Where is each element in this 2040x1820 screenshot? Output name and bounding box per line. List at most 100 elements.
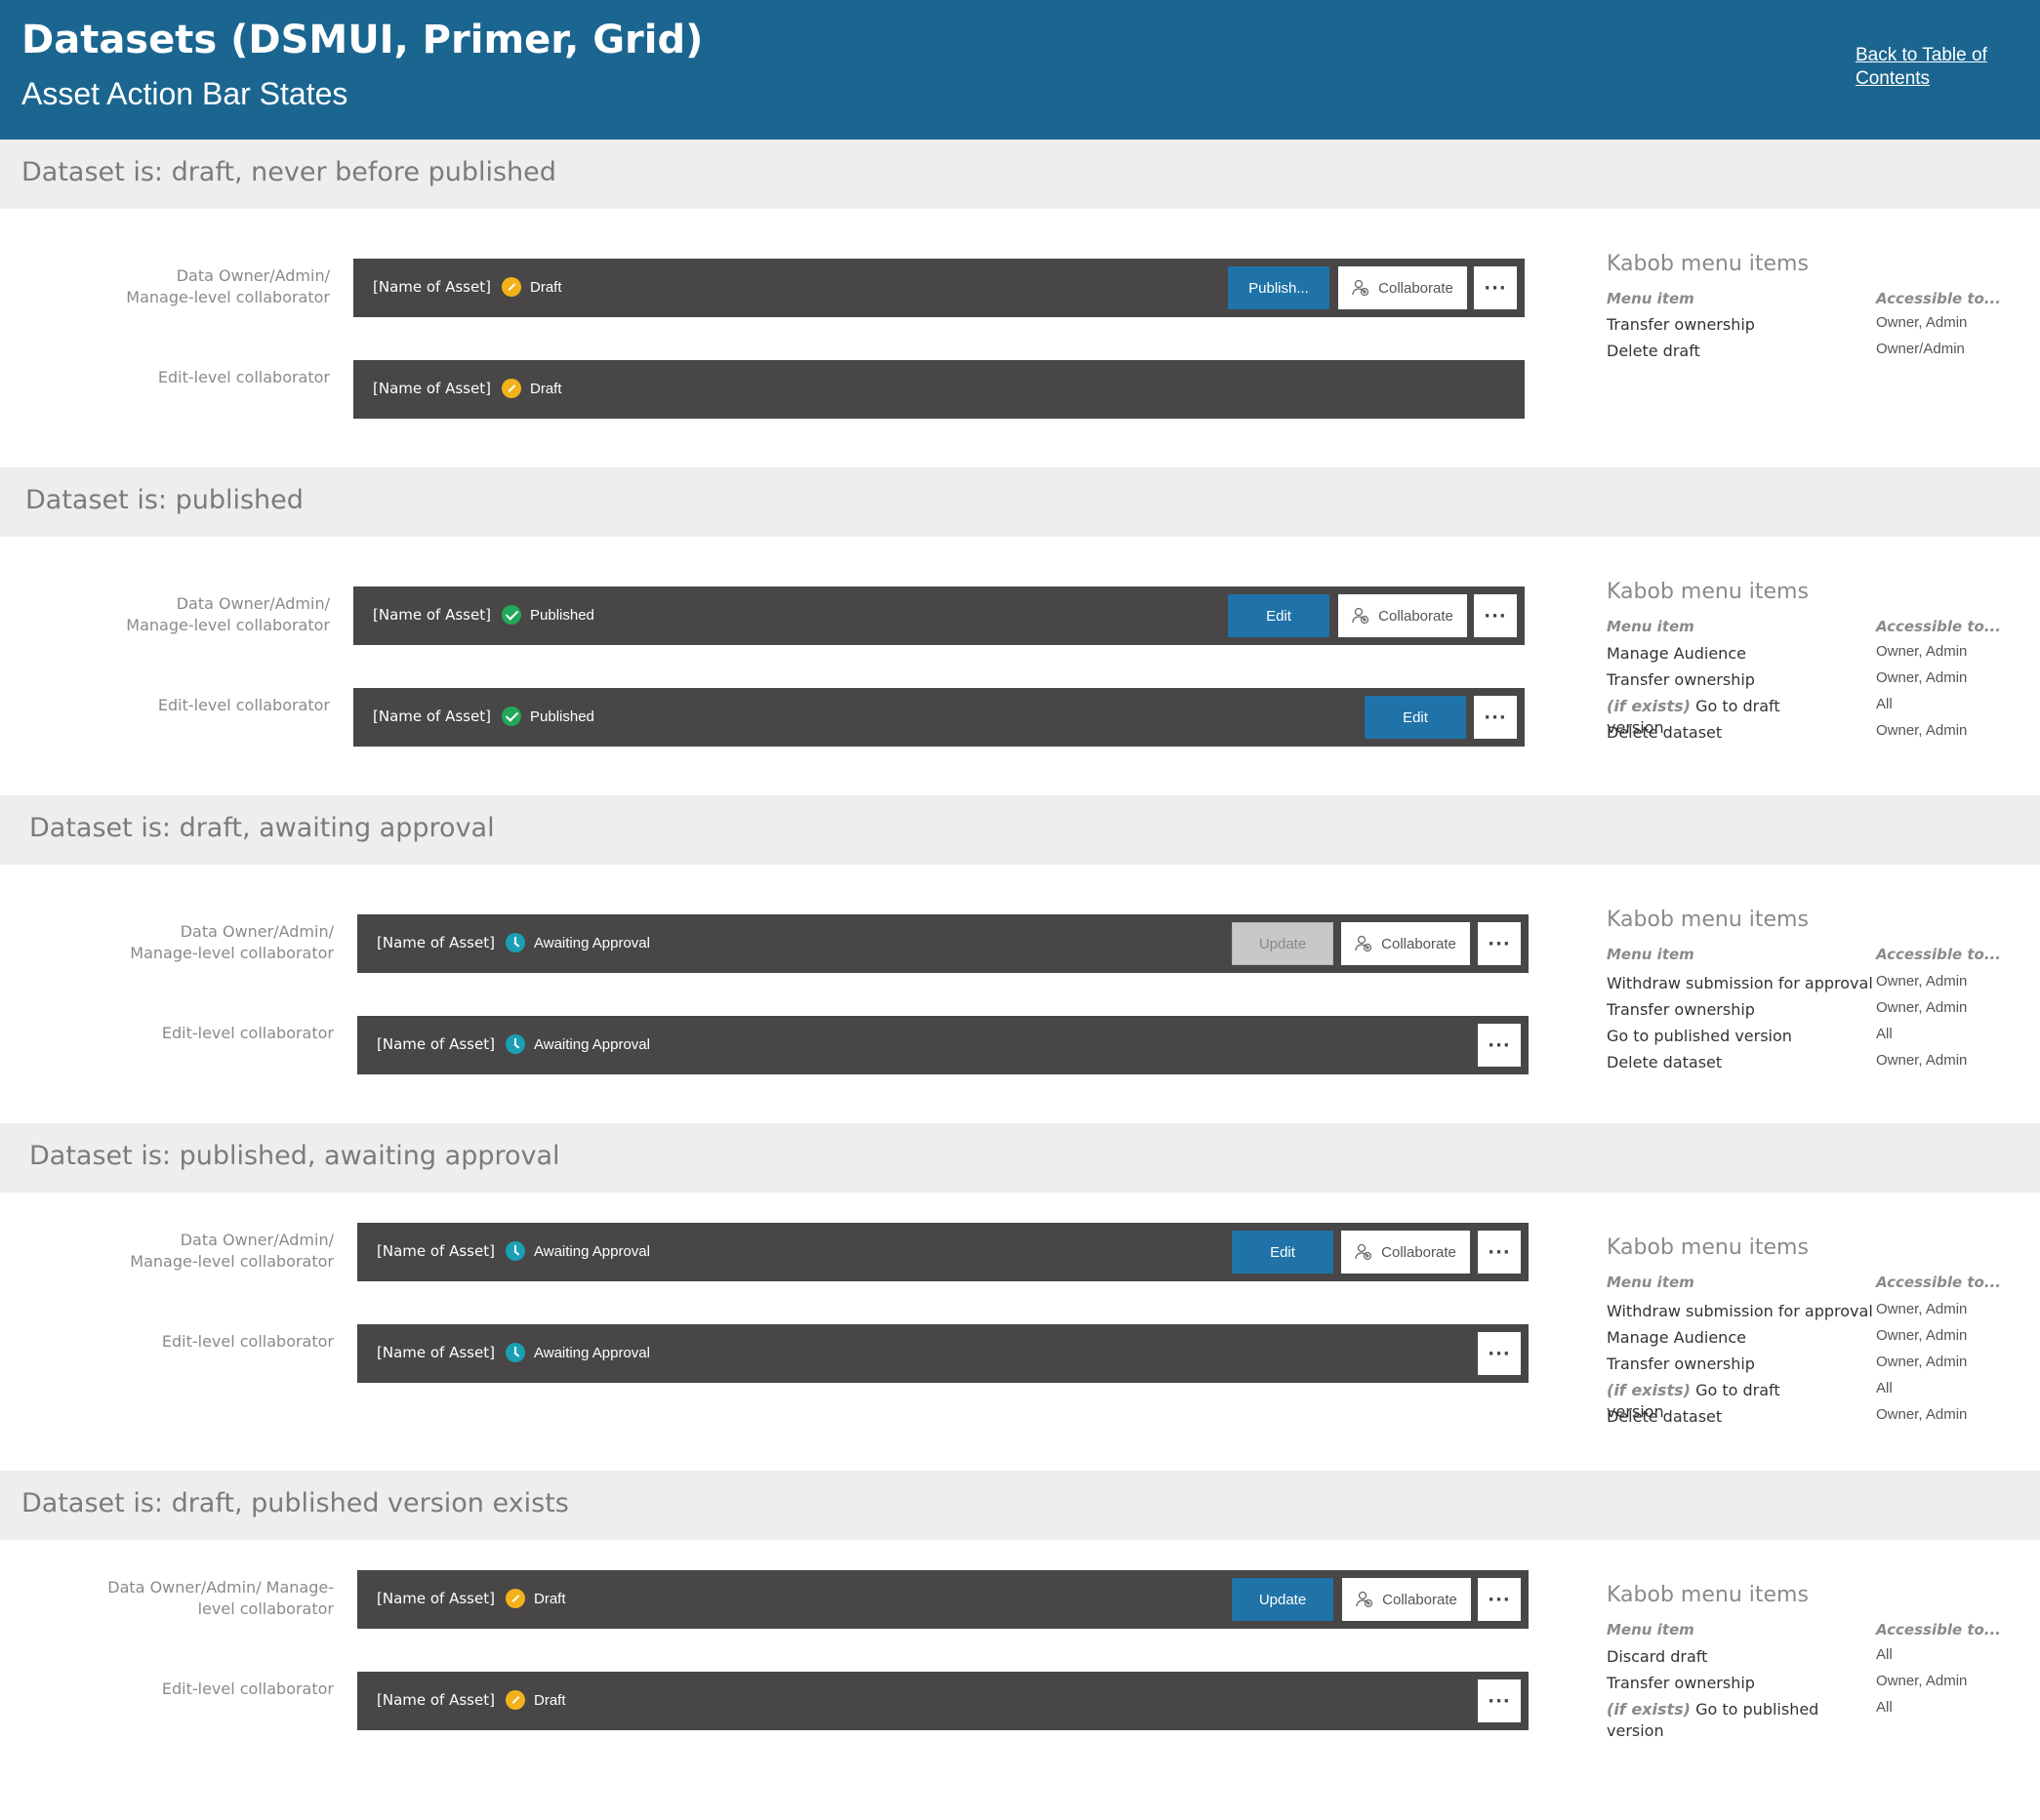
asset-action-bar: [Name of Asset] Published Edit ··· bbox=[353, 688, 1525, 747]
kabob-menu-access: Owner, Admin bbox=[1876, 973, 1968, 990]
status-label: Published bbox=[530, 708, 594, 725]
section-title: Dataset is: draft, never before publishe… bbox=[21, 157, 556, 187]
clock-icon bbox=[506, 933, 525, 952]
kabob-menu-access: All bbox=[1876, 1699, 1893, 1716]
page-subtitle: Asset Action Bar States bbox=[21, 76, 348, 111]
kabob-menu-item: Manage Audience bbox=[1607, 1328, 1746, 1347]
kabob-menu-item: (if exists) Go to published version bbox=[1607, 1699, 1875, 1742]
menu-item-qualifier: (if exists) bbox=[1607, 1700, 1691, 1719]
menu-item-column-header: Menu item bbox=[1607, 1621, 1694, 1638]
collaborate-label: Collaborate bbox=[1378, 607, 1453, 625]
check-icon bbox=[502, 605, 521, 625]
role-label-owner: Data Owner/Admin/ Manage-level collabora… bbox=[130, 1231, 334, 1271]
section-title: Dataset is: draft, awaiting approval bbox=[29, 813, 495, 843]
status-indicator: Draft bbox=[506, 1690, 566, 1710]
status-indicator: Draft bbox=[502, 277, 562, 297]
asset-action-bar: [Name of Asset] Published Edit Collabora… bbox=[353, 586, 1525, 645]
kabob-menu-button[interactable]: ··· bbox=[1478, 1578, 1521, 1621]
status-indicator: Draft bbox=[502, 379, 562, 398]
kabob-menu-item: Transfer ownership bbox=[1607, 670, 1755, 689]
kabob-menu-button[interactable]: ··· bbox=[1474, 266, 1517, 309]
edit-button[interactable]: Edit bbox=[1232, 1231, 1333, 1274]
kabob-menu-title: Kabob menu items bbox=[1607, 1235, 1809, 1260]
back-to-toc-link[interactable]: Back to Table of Contents bbox=[1856, 44, 2021, 91]
asset-action-bar: [Name of Asset] Draft Update Collaborate… bbox=[357, 1570, 1529, 1629]
asset-name: [Name of Asset] bbox=[373, 708, 491, 725]
section-title: Dataset is: draft, published version exi… bbox=[21, 1488, 569, 1518]
clock-icon bbox=[506, 1343, 525, 1362]
menu-item-qualifier: (if exists) bbox=[1607, 697, 1691, 715]
kabob-menu-item: Manage Audience bbox=[1607, 644, 1746, 663]
asset-name: [Name of Asset] bbox=[373, 606, 491, 624]
status-label: Draft bbox=[530, 380, 562, 397]
add-user-icon bbox=[1355, 935, 1372, 952]
collaborate-button[interactable]: Collaborate bbox=[1341, 922, 1470, 965]
clock-icon bbox=[506, 1241, 525, 1261]
menu-item-column-header: Menu item bbox=[1607, 946, 1694, 963]
kabob-menu-access: All bbox=[1876, 696, 1893, 712]
role-label-editor: Edit-level collaborator bbox=[157, 696, 330, 714]
status-label: Awaiting Approval bbox=[534, 1035, 650, 1053]
kabob-menu-access: Owner, Admin bbox=[1876, 1327, 1968, 1344]
kabob-menu-access: All bbox=[1876, 1380, 1893, 1396]
kabob-menu-title: Kabob menu items bbox=[1607, 908, 1809, 932]
pencil-icon bbox=[506, 1589, 525, 1608]
kabob-menu-button[interactable]: ··· bbox=[1478, 1679, 1521, 1722]
asset-action-bar: [Name of Asset] Draft Publish... Collabo… bbox=[353, 259, 1525, 317]
kabob-menu-access: Owner, Admin bbox=[1876, 1052, 1968, 1069]
page-header: Datasets (DSMUI, Primer, Grid) Asset Act… bbox=[0, 0, 2040, 140]
accessible-column-header: Accessible to... bbox=[1876, 1621, 2001, 1638]
accessible-column-header: Accessible to... bbox=[1876, 1274, 2001, 1291]
kabob-menu-access: Owner, Admin bbox=[1876, 1406, 1968, 1423]
asset-name: [Name of Asset] bbox=[377, 934, 495, 951]
kabob-menu-button[interactable]: ··· bbox=[1478, 922, 1521, 965]
role-label-owner: Data Owner/Admin/ Manage-level collabora… bbox=[126, 594, 330, 634]
collaborate-label: Collaborate bbox=[1381, 935, 1456, 952]
role-label-owner: Data Owner/Admin/ Manage-level collabora… bbox=[126, 266, 330, 306]
asset-action-bar: [Name of Asset] Awaiting Approval ··· bbox=[357, 1016, 1529, 1074]
kabob-menu-access: Owner, Admin bbox=[1876, 314, 1968, 331]
kabob-menu-item: Delete dataset bbox=[1607, 1053, 1723, 1072]
publish-button[interactable]: Publish... bbox=[1228, 266, 1329, 309]
status-indicator: Published bbox=[502, 605, 594, 625]
kabob-menu-item: Delete dataset bbox=[1607, 723, 1723, 742]
role-label-editor: Edit-level collaborator bbox=[161, 1679, 334, 1698]
menu-item-qualifier: (if exists) bbox=[1607, 1381, 1691, 1399]
asset-action-bar: [Name of Asset] Awaiting Approval ··· bbox=[357, 1324, 1529, 1383]
kabob-menu-access: Owner/Admin bbox=[1876, 341, 1965, 357]
section-title: Dataset is: published bbox=[25, 485, 304, 515]
status-label: Draft bbox=[530, 278, 562, 296]
kabob-menu-button[interactable]: ··· bbox=[1478, 1332, 1521, 1375]
edit-button[interactable]: Edit bbox=[1365, 696, 1466, 739]
collaborate-button[interactable]: Collaborate bbox=[1338, 594, 1467, 637]
role-label-owner: Data Owner/Admin/ Manage-level collabora… bbox=[107, 1578, 334, 1618]
kabob-menu-button[interactable]: ··· bbox=[1478, 1231, 1521, 1274]
section-band: Dataset is: draft, published version exi… bbox=[0, 1471, 2040, 1540]
menu-item-column-header: Menu item bbox=[1607, 618, 1694, 635]
update-button[interactable]: Update bbox=[1232, 1578, 1333, 1621]
update-button[interactable]: Update bbox=[1232, 922, 1333, 965]
kabob-menu-button[interactable]: ··· bbox=[1478, 1024, 1521, 1067]
section-band: Dataset is: published, awaiting approval bbox=[0, 1123, 2040, 1193]
collaborate-button[interactable]: Collaborate bbox=[1338, 266, 1467, 309]
kabob-menu-button[interactable]: ··· bbox=[1474, 594, 1517, 637]
edit-button[interactable]: Edit bbox=[1228, 594, 1329, 637]
check-icon bbox=[502, 707, 521, 726]
kabob-menu-item: Withdraw submission for approval bbox=[1607, 1302, 1873, 1320]
collaborate-label: Collaborate bbox=[1382, 1591, 1457, 1608]
status-indicator: Awaiting Approval bbox=[506, 933, 650, 952]
status-label: Awaiting Approval bbox=[534, 1344, 650, 1361]
kabob-menu-button[interactable]: ··· bbox=[1474, 696, 1517, 739]
section-band: Dataset is: published bbox=[0, 467, 2040, 537]
kabob-menu-access: Owner, Admin bbox=[1876, 1673, 1968, 1689]
collaborate-button[interactable]: Collaborate bbox=[1341, 1231, 1470, 1274]
collaborate-button[interactable]: Collaborate bbox=[1342, 1578, 1471, 1621]
add-user-icon bbox=[1356, 1591, 1373, 1608]
section-band: Dataset is: draft, awaiting approval bbox=[0, 795, 2040, 865]
pencil-icon bbox=[502, 379, 521, 398]
pencil-icon bbox=[502, 277, 521, 297]
add-user-icon bbox=[1352, 279, 1369, 297]
status-indicator: Draft bbox=[506, 1589, 566, 1608]
kabob-menu-access: Owner, Admin bbox=[1876, 669, 1968, 686]
role-label-editor: Edit-level collaborator bbox=[157, 368, 330, 386]
